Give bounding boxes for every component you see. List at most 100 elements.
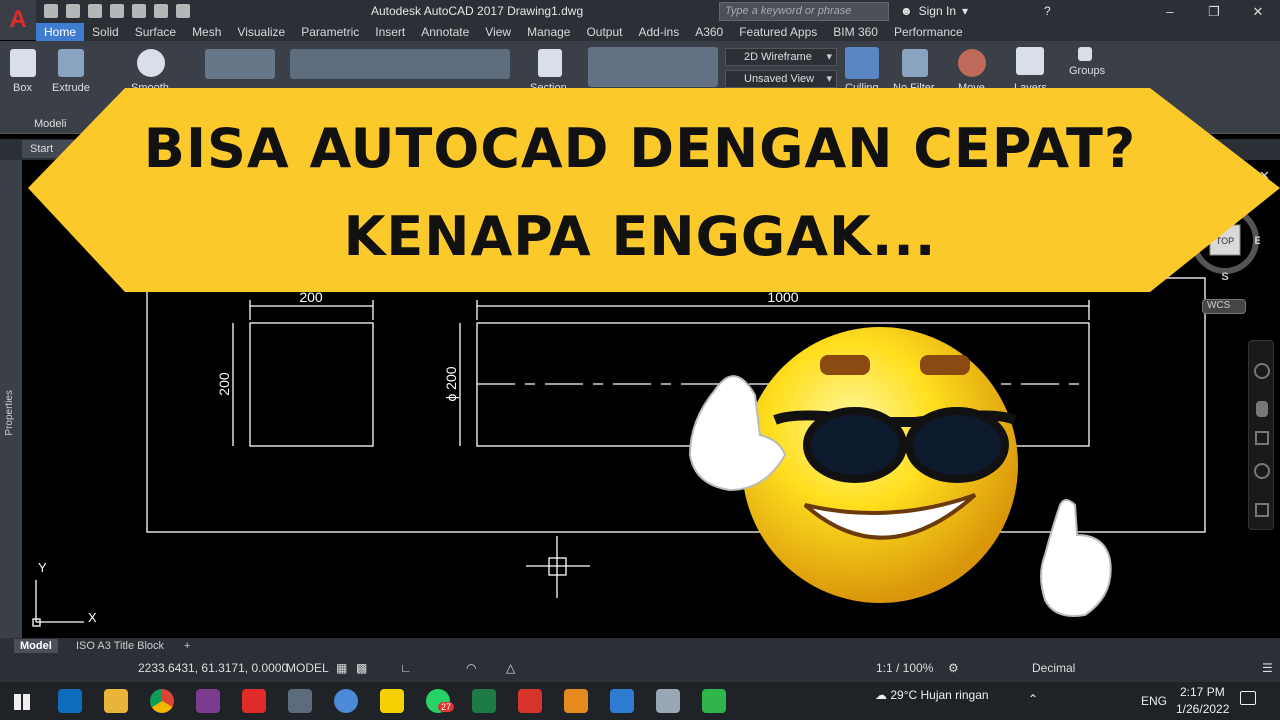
tab-performance[interactable]: Performance bbox=[886, 23, 971, 41]
language-indicator[interactable]: ENG bbox=[1141, 694, 1167, 708]
extrude-icon[interactable] bbox=[58, 49, 84, 77]
groups-icon[interactable] bbox=[1078, 47, 1092, 61]
coordinates-tools-icon[interactable] bbox=[588, 47, 718, 87]
calculator-icon[interactable] bbox=[288, 689, 312, 713]
tray-chevron-icon[interactable]: ⌃ bbox=[1028, 692, 1038, 706]
tab-visualize[interactable]: Visualize bbox=[229, 23, 293, 41]
acrobat-icon[interactable] bbox=[518, 689, 542, 713]
tab-insert[interactable]: Insert bbox=[367, 23, 413, 41]
outlook-icon[interactable] bbox=[58, 689, 82, 713]
banner-line-2: KENAPA ENGGAK... bbox=[343, 205, 937, 268]
quick-access-toolbar bbox=[44, 4, 190, 18]
windows-start-icon[interactable] bbox=[14, 694, 30, 710]
move-gizmo-icon[interactable] bbox=[958, 49, 986, 77]
box-icon[interactable] bbox=[10, 49, 36, 77]
window-controls: – ❐ ✕ bbox=[1148, 0, 1280, 23]
sticky-notes-icon[interactable] bbox=[380, 689, 404, 713]
tab-add-ins[interactable]: Add-ins bbox=[631, 23, 688, 41]
section-icon[interactable] bbox=[538, 49, 562, 77]
snap-icon[interactable]: ▩ bbox=[356, 661, 367, 675]
showmotion-icon[interactable] bbox=[1255, 503, 1269, 517]
layers-icon[interactable] bbox=[1016, 47, 1044, 75]
culling-icon[interactable] bbox=[845, 47, 879, 79]
file-explorer-icon[interactable] bbox=[104, 689, 128, 713]
tab-iso-a3-title-block[interactable]: ISO A3 Title Block bbox=[70, 639, 170, 653]
tab-manage[interactable]: Manage bbox=[519, 23, 578, 41]
tab-bim-360[interactable]: BIM 360 bbox=[825, 23, 886, 41]
model-space-button[interactable]: MODEL bbox=[286, 661, 329, 675]
open-icon[interactable] bbox=[66, 4, 80, 18]
sign-in-area[interactable]: ☻ Sign In ▾ ? bbox=[900, 4, 1051, 18]
notifications-icon[interactable] bbox=[1240, 691, 1256, 705]
add-layout-button[interactable]: + bbox=[178, 639, 196, 653]
zoom-icon[interactable] bbox=[1255, 431, 1269, 445]
restore-icon[interactable]: ❐ bbox=[1192, 0, 1236, 23]
video-player-icon[interactable] bbox=[564, 689, 588, 713]
units-dropdown[interactable]: Decimal bbox=[1032, 661, 1075, 675]
polar-icon[interactable]: ◠ bbox=[466, 661, 476, 675]
tab-a360[interactable]: A360 bbox=[687, 23, 731, 41]
tab-output[interactable]: Output bbox=[578, 23, 630, 41]
close-icon[interactable]: ✕ bbox=[1236, 0, 1280, 23]
status-bar: 2233.6431, 61.3171, 0.0000 MODEL ▦ ▩ ∟ ◠… bbox=[0, 655, 1280, 682]
mesh-tools-icon[interactable] bbox=[205, 49, 275, 79]
no-filter-icon[interactable] bbox=[902, 49, 928, 77]
annotation-scale-label[interactable]: 1:1 / 100% bbox=[876, 661, 933, 675]
groups-button-label[interactable]: Groups bbox=[1069, 65, 1105, 77]
help-icon[interactable]: ? bbox=[1044, 4, 1051, 18]
chrome-profile-icon[interactable] bbox=[334, 689, 358, 713]
coordinates-readout[interactable]: 2233.6431, 61.3171, 0.0000 bbox=[138, 661, 288, 675]
whatsapp-badge: 27 bbox=[438, 702, 455, 712]
new-icon[interactable] bbox=[44, 4, 58, 18]
autocad-taskbar-icon[interactable] bbox=[242, 689, 266, 713]
tab-home[interactable]: Home bbox=[36, 23, 85, 41]
weather-text[interactable]: 29°C Hujan ringan bbox=[890, 688, 988, 702]
visual-style-dropdown[interactable]: 2D Wireframe bbox=[725, 48, 837, 66]
customize-icon[interactable]: ☰ bbox=[1262, 661, 1273, 675]
layout-tabs: Model ISO A3 Title Block + bbox=[0, 638, 1280, 655]
save-icon[interactable] bbox=[88, 4, 102, 18]
ribbon-tabs: Home Solid Surface Mesh Visualize Parametric I… bbox=[36, 23, 1280, 41]
excel-icon[interactable] bbox=[472, 689, 496, 713]
orbit-icon[interactable] bbox=[1254, 463, 1270, 479]
banner-text: BISA AUTOCAD DENGAN CEPAT? KENAPA ENGGAK… bbox=[0, 104, 1280, 282]
pan-icon[interactable] bbox=[1256, 401, 1268, 417]
autocad-logo-button[interactable]: A bbox=[0, 0, 36, 40]
weather-icon[interactable]: ☁ bbox=[875, 688, 887, 702]
modify-tools-icon[interactable] bbox=[290, 49, 510, 79]
sunglasses-emoji-image bbox=[688, 327, 1112, 617]
help-search-input[interactable]: Type a keyword or phrase bbox=[719, 2, 889, 21]
tab-featured-apps[interactable]: Featured Apps bbox=[731, 23, 825, 41]
save-as-icon[interactable] bbox=[110, 4, 124, 18]
clock-time[interactable]: 2:17 PM bbox=[1180, 685, 1225, 699]
minimize-icon[interactable]: – bbox=[1148, 0, 1192, 23]
grid-icon[interactable]: ▦ bbox=[336, 661, 347, 675]
camtasia-icon[interactable] bbox=[702, 689, 726, 713]
workspace-gear-icon[interactable]: ⚙ bbox=[948, 661, 959, 675]
image-viewer-icon[interactable] bbox=[610, 689, 634, 713]
ucs-x-label: X bbox=[88, 610, 97, 625]
redo-icon[interactable] bbox=[176, 4, 190, 18]
photos-app-icon[interactable] bbox=[196, 689, 220, 713]
steering-wheel-icon[interactable] bbox=[1254, 363, 1270, 379]
tab-annotate[interactable]: Annotate bbox=[413, 23, 477, 41]
smooth-icon[interactable] bbox=[137, 49, 165, 77]
properties-label: Properties bbox=[4, 390, 15, 436]
tab-mesh[interactable]: Mesh bbox=[184, 23, 229, 41]
clock-date[interactable]: 1/26/2022 bbox=[1176, 702, 1229, 716]
tab-model[interactable]: Model bbox=[14, 639, 58, 653]
osnap-icon[interactable]: △ bbox=[506, 661, 515, 675]
navigation-bar[interactable] bbox=[1248, 340, 1274, 530]
view-dropdown[interactable]: Unsaved View bbox=[725, 70, 837, 88]
wcs-menu[interactable]: WCS bbox=[1202, 299, 1246, 314]
chrome-icon[interactable] bbox=[150, 689, 174, 713]
tab-solid[interactable]: Solid bbox=[84, 23, 127, 41]
tab-surface[interactable]: Surface bbox=[127, 23, 184, 41]
undo-icon[interactable] bbox=[154, 4, 168, 18]
chevron-down-icon: ▾ bbox=[962, 4, 969, 18]
print-icon[interactable] bbox=[132, 4, 146, 18]
tab-parametric[interactable]: Parametric bbox=[293, 23, 367, 41]
ortho-icon[interactable]: ∟ bbox=[400, 661, 412, 675]
paint-icon[interactable] bbox=[656, 689, 680, 713]
tab-view[interactable]: View bbox=[477, 23, 519, 41]
